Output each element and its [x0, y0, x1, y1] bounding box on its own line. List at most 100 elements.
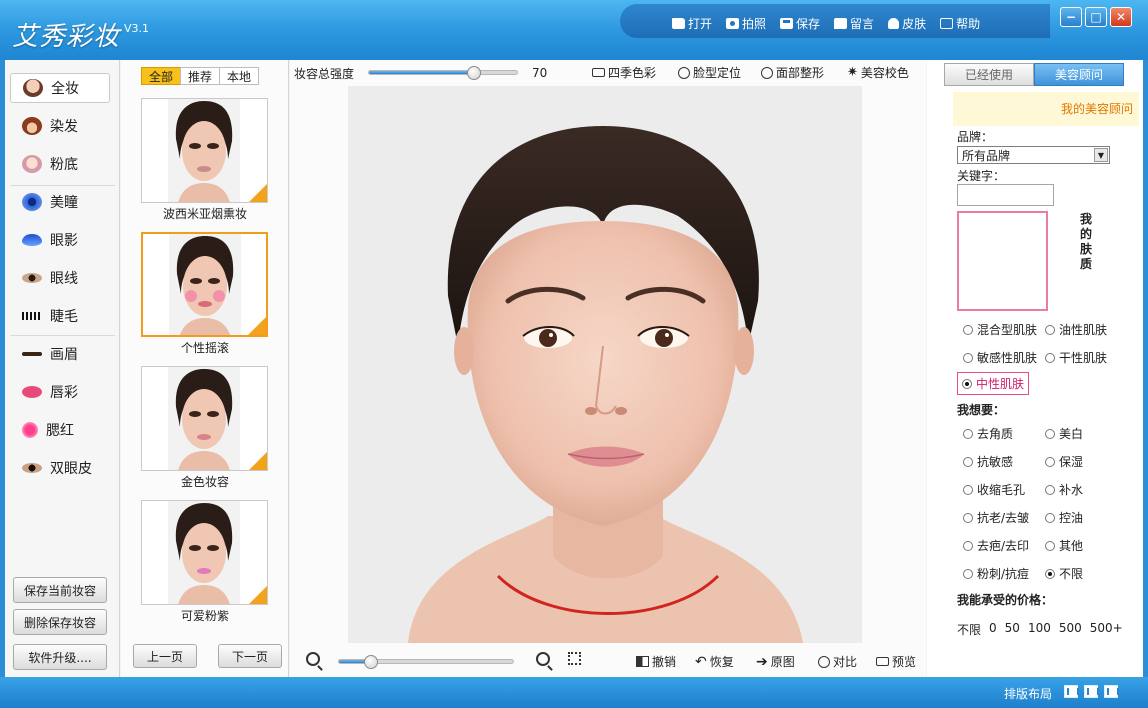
radio-label: 收缩毛孔	[977, 483, 1026, 497]
look-thumbnail[interactable]	[141, 232, 268, 337]
photo-button[interactable]: 拍照	[726, 12, 766, 34]
message-button[interactable]: 留言	[834, 12, 874, 34]
four-seasons-button[interactable]: 四季色彩	[592, 64, 656, 81]
category-label: 画眉	[50, 347, 78, 363]
price-option[interactable]: 500	[1059, 621, 1082, 638]
look-label: 波西米亚烟熏妆	[162, 207, 247, 221]
next-page-button[interactable]: 下一页	[218, 644, 282, 668]
help-button[interactable]: 帮助	[940, 12, 980, 34]
save-button[interactable]: 保存	[780, 12, 820, 34]
layout-three-icon[interactable]	[1104, 685, 1119, 698]
layout-two-icon[interactable]	[1084, 685, 1099, 698]
zoom-in-icon[interactable]	[536, 652, 550, 666]
close-button[interactable]: ✕	[1110, 7, 1132, 27]
skin-radio-normal[interactable]: 中性肌肤	[957, 372, 1030, 395]
want-radio[interactable]: 其他	[1045, 537, 1083, 554]
editor-bottombar: 撤销 ↶ 恢复 ➔ 原图 对比 预览	[290, 648, 926, 674]
maximize-button[interactable]: □	[1085, 7, 1107, 27]
want-radio[interactable]: 控油	[1045, 509, 1083, 526]
save-current-look-button[interactable]: 保存当前妆容	[13, 577, 107, 603]
undo-label: 撤销	[652, 655, 677, 669]
category-double-eyelid[interactable]: 双眼皮	[10, 453, 110, 483]
look-thumbnail[interactable]	[141, 500, 268, 605]
undo-button[interactable]: 撤销	[636, 653, 676, 670]
main-area: 全妆 染发 粉底 美瞳 眼影 眼线 睫毛 画眉 唇彩 腮红 双眼皮 保存当前妆容…	[5, 60, 1143, 677]
want-radio[interactable]: 去角质	[963, 425, 1013, 442]
brand-select[interactable]: 所有品牌 ▼	[957, 146, 1110, 164]
want-radio[interactable]: 抗老/去皱	[963, 509, 1029, 526]
radio-label: 美白	[1059, 427, 1084, 441]
eyeshadow-icon	[22, 234, 42, 246]
category-lipstick[interactable]: 唇彩	[10, 377, 110, 407]
fit-screen-icon[interactable]	[568, 652, 581, 665]
skin-radio-sensitive[interactable]: 敏感性肌肤	[963, 349, 1037, 366]
skin-radio-dry[interactable]: 干性肌肤	[1045, 349, 1107, 366]
intensity-label: 妆容总强度	[294, 67, 355, 81]
back-arrow-icon: ↶	[695, 653, 707, 670]
skin-button[interactable]: 皮肤	[888, 12, 926, 34]
open-button[interactable]: 打开	[672, 12, 712, 34]
zoom-slider[interactable]	[338, 655, 514, 669]
face-shape-button[interactable]: 面部整形	[761, 64, 824, 81]
look-preview-image	[168, 99, 240, 202]
want-radio[interactable]: 补水	[1045, 481, 1083, 498]
want-radio[interactable]: 去疤/去印	[963, 537, 1029, 554]
redo-button[interactable]: ↶ 恢复	[695, 653, 734, 670]
delete-saved-look-button[interactable]: 删除保存妆容	[13, 609, 107, 635]
compare-button[interactable]: 对比	[818, 653, 857, 670]
color-correct-button[interactable]: ✷ 美容校色	[847, 64, 909, 81]
minimize-button[interactable]: −	[1060, 7, 1082, 27]
look-thumbnail[interactable]	[141, 366, 268, 471]
zoom-out-icon[interactable]	[306, 652, 320, 666]
tab-advisor[interactable]: 美容顾问	[1034, 63, 1124, 86]
price-option[interactable]: 50	[1005, 621, 1020, 638]
want-radio[interactable]: 美白	[1045, 425, 1083, 442]
category-brows[interactable]: 画眉	[10, 339, 110, 369]
price-option[interactable]: 100	[1028, 621, 1051, 638]
radio-dot	[963, 352, 973, 363]
want-radio[interactable]: 保湿	[1045, 453, 1083, 470]
category-eyeliner[interactable]: 眼线	[10, 263, 110, 293]
upgrade-button[interactable]: 软件升级....	[13, 644, 107, 670]
category-contacts[interactable]: 美瞳	[10, 187, 110, 217]
category-blush[interactable]: 腮红	[10, 415, 110, 445]
price-option[interactable]: 不限	[957, 621, 981, 638]
want-radio[interactable]: 粉刺/抗痘	[963, 565, 1029, 582]
intensity-slider-knob[interactable]	[467, 66, 481, 80]
category-eyeshadow[interactable]: 眼影	[10, 225, 110, 255]
original-button[interactable]: ➔ 原图	[756, 653, 795, 670]
preview-button[interactable]: 预览	[876, 653, 916, 670]
main-toolbar: 打开 拍照 保存 留言 皮肤 帮助	[672, 12, 980, 34]
filter-local[interactable]: 本地	[219, 67, 260, 85]
skin-radio-combination[interactable]: 混合型肌肤	[963, 321, 1037, 338]
photo-canvas[interactable]	[348, 86, 862, 643]
speech-bubble-icon	[834, 17, 848, 29]
skin-radio-oily[interactable]: 油性肌肤	[1045, 321, 1107, 338]
category-lashes[interactable]: 睫毛	[10, 301, 110, 331]
category-foundation[interactable]: 粉底	[10, 149, 110, 179]
category-full-makeup[interactable]: 全妆	[10, 73, 110, 103]
photo-label: 拍照	[742, 16, 767, 31]
layout-one-icon[interactable]	[1064, 685, 1079, 698]
radio-label: 油性肌肤	[1059, 323, 1108, 337]
want-radio[interactable]: 不限	[1045, 565, 1083, 582]
face-locate-button[interactable]: 脸型定位	[678, 64, 741, 81]
zoom-slider-knob[interactable]	[363, 655, 378, 669]
look-thumbnail[interactable]	[141, 98, 268, 203]
radio-dot	[963, 324, 973, 335]
want-radio[interactable]: 抗敏感	[963, 453, 1013, 470]
price-option[interactable]: 0	[989, 621, 997, 638]
intensity-slider[interactable]	[368, 66, 518, 80]
app-title: 艾秀彩妆	[12, 22, 121, 52]
price-option[interactable]: 500+	[1090, 621, 1123, 638]
filter-all[interactable]: 全部	[141, 67, 182, 85]
status-bar: 排版布局	[0, 677, 1148, 708]
corner-badge-icon	[248, 317, 266, 335]
tab-used[interactable]: 已经使用	[944, 63, 1034, 86]
keyword-input[interactable]	[957, 184, 1054, 206]
category-hair-dye[interactable]: 染发	[10, 111, 110, 141]
prev-page-button[interactable]: 上一页	[133, 644, 197, 668]
brand-label: 品牌：	[957, 130, 994, 144]
filter-recommended[interactable]: 推荐	[180, 67, 221, 85]
want-radio[interactable]: 收缩毛孔	[963, 481, 1025, 498]
